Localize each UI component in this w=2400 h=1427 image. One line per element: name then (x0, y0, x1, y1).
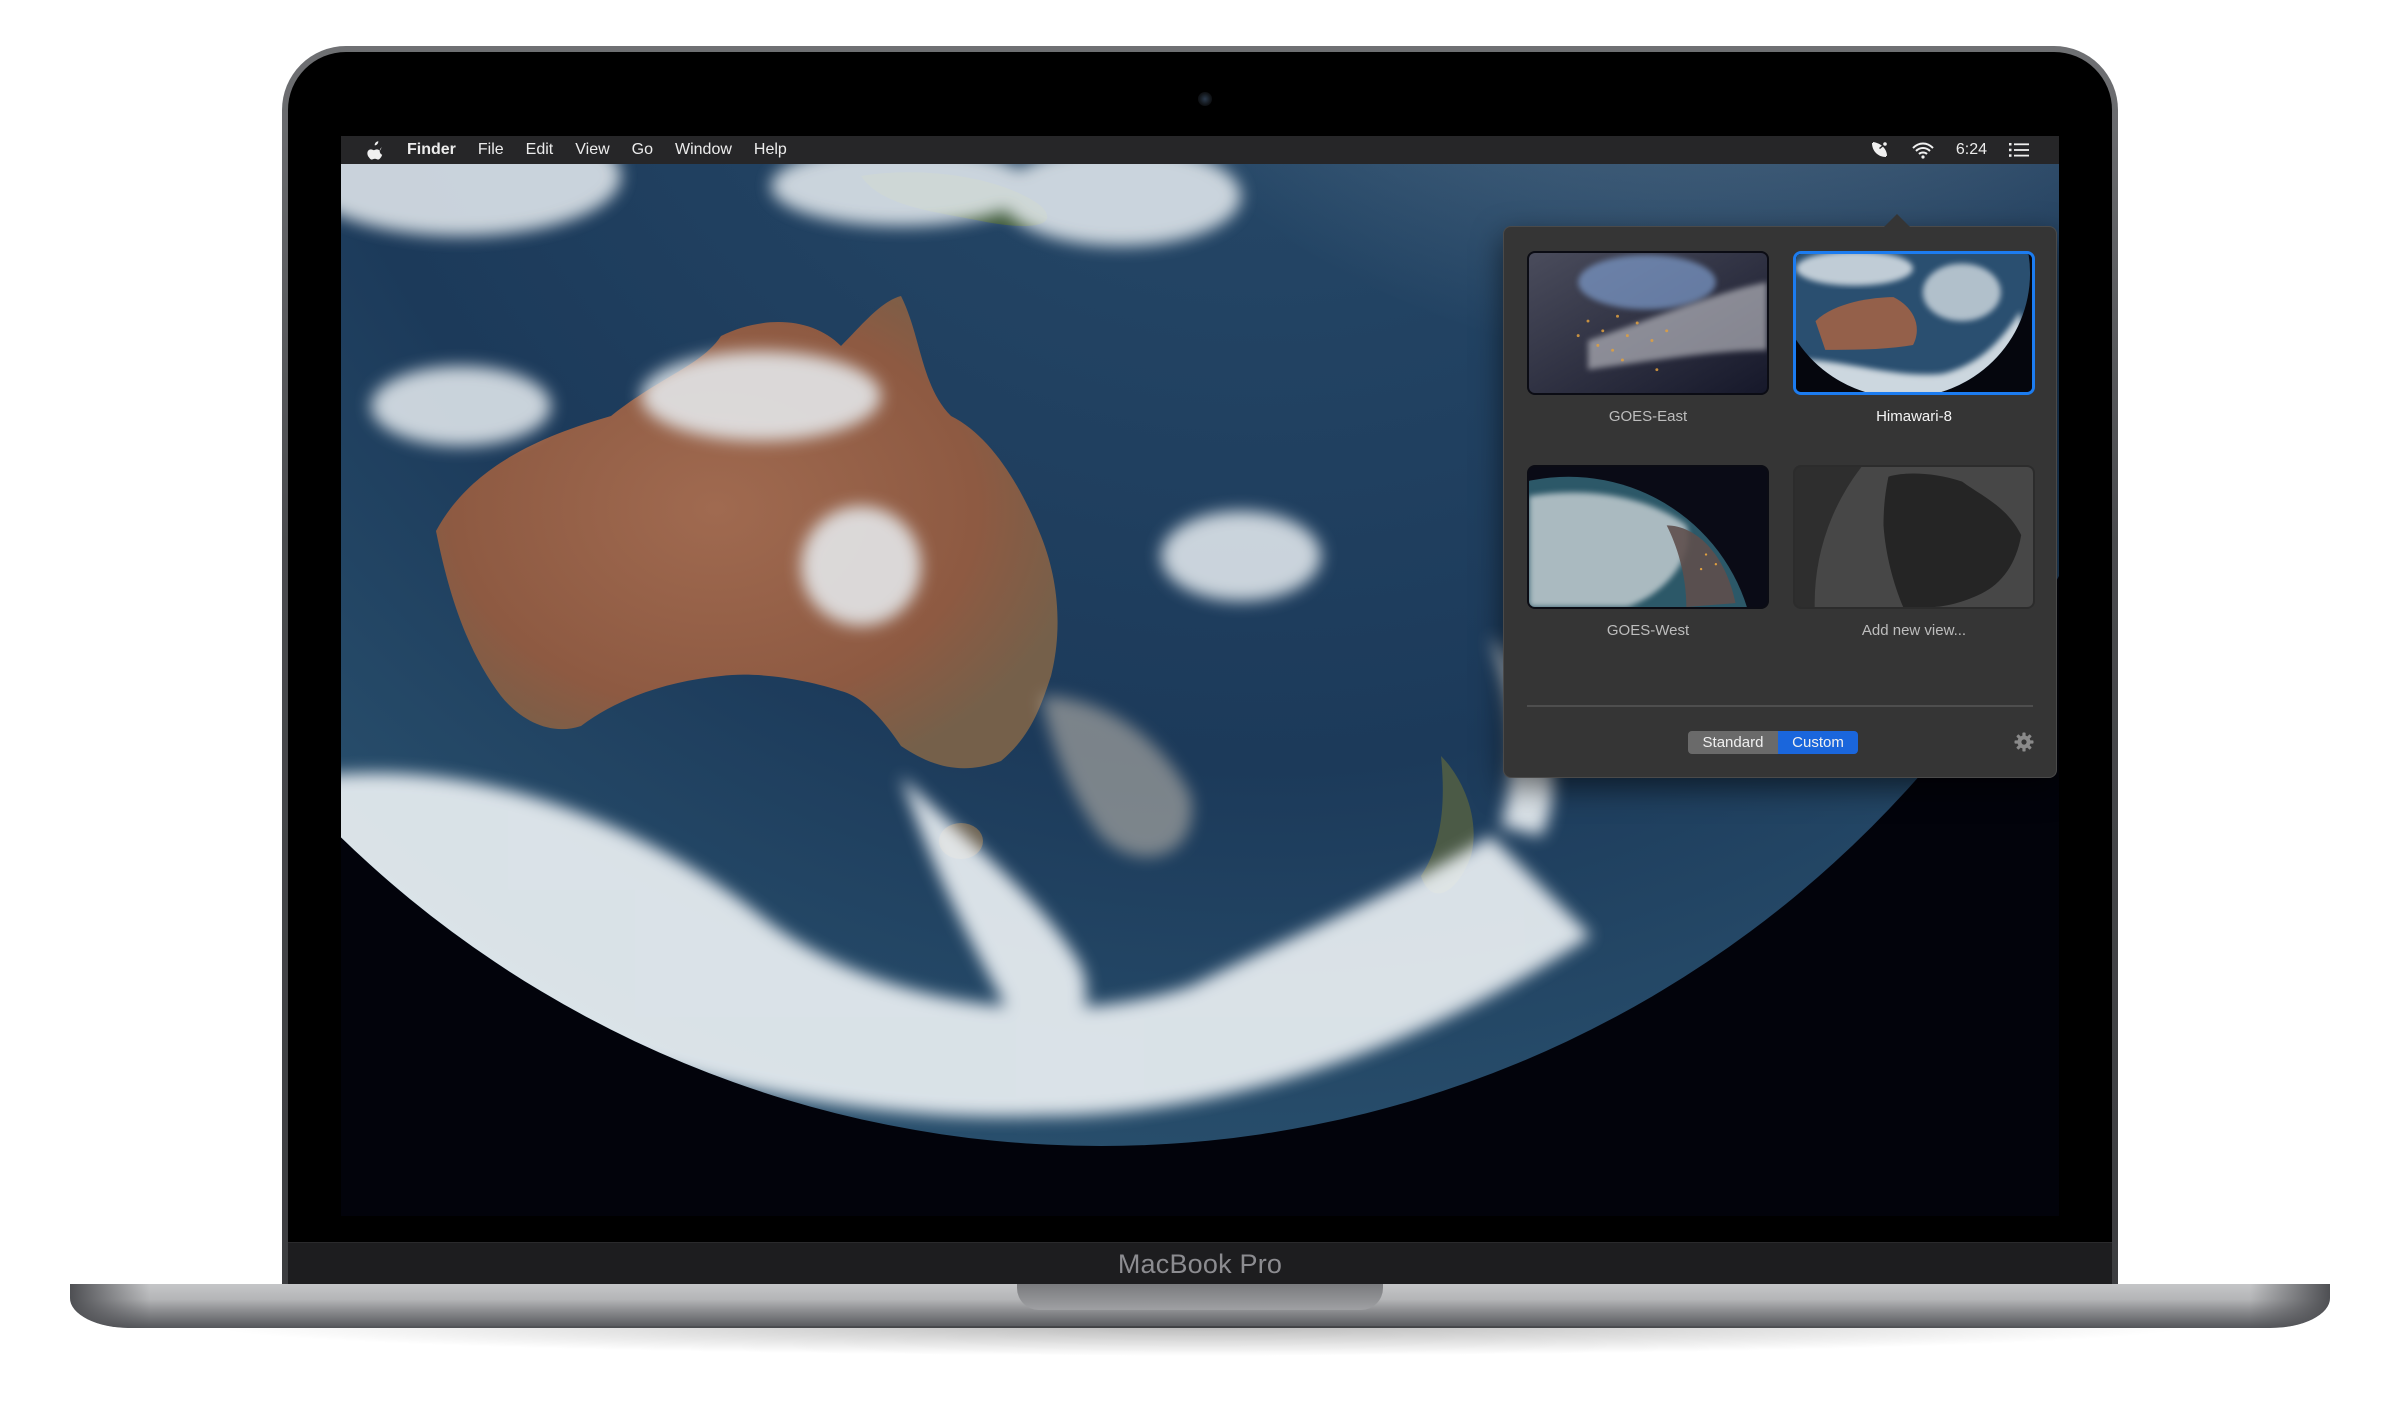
model-label: MacBook Pro (1117, 1249, 1283, 1279)
goes-west-thumbnail[interactable] (1527, 465, 1769, 609)
popover-arrow (1884, 214, 1910, 227)
segment-standard[interactable]: Standard (1688, 731, 1778, 754)
satellite-dish-icon[interactable] (1870, 141, 1890, 159)
view-label: GOES-West (1606, 622, 1690, 639)
desktop-screen: Finder File Edit View Go Window Help 6:2… (341, 136, 2059, 1216)
add-new-view-thumbnail[interactable] (1793, 465, 2035, 609)
menu-bar: Finder File Edit View Go Window Help 6:2… (341, 136, 2059, 164)
lid-opening-notch (1017, 1284, 1383, 1310)
himawari-8-thumbnail[interactable] (1793, 251, 2035, 395)
bezel-chin: MacBook Pro (288, 1242, 2112, 1286)
mode-segmented-control: Standard Custom (1688, 731, 1858, 754)
notification-center-icon[interactable] (2009, 143, 2029, 157)
menu-view[interactable]: View (575, 141, 609, 159)
laptop-base (70, 1284, 2330, 1328)
base-edge-left (70, 1284, 150, 1328)
menu-go[interactable]: Go (632, 141, 653, 159)
view-label: Himawari-8 (1876, 408, 1952, 425)
menu-window[interactable]: Window (675, 141, 732, 159)
goes-east-thumbnail[interactable] (1527, 251, 1769, 395)
view-card-himawari-8[interactable]: Himawari-8 (1793, 251, 2035, 425)
base-edge-right (2250, 1284, 2330, 1328)
camera-icon (1198, 92, 1212, 106)
menu-clock[interactable]: 6:24 (1956, 141, 1987, 159)
menu-help[interactable]: Help (754, 141, 787, 159)
menu-app-finder[interactable]: Finder (407, 141, 456, 159)
gear-icon[interactable] (2014, 732, 2034, 752)
segment-custom[interactable]: Custom (1778, 731, 1858, 754)
screen-bezel: Finder File Edit View Go Window Help 6:2… (288, 52, 2112, 1286)
view-label: GOES-East (1608, 408, 1688, 425)
view-label: Add new view... (1861, 622, 1967, 639)
apple-logo-icon[interactable] (367, 140, 383, 160)
add-new-view-card[interactable]: Add new view... (1793, 465, 2035, 639)
view-card-goes-east[interactable]: GOES-East (1527, 251, 1769, 425)
popover-divider (1527, 705, 2033, 707)
view-card-goes-west[interactable]: GOES-West (1527, 465, 1769, 639)
satellite-views-popover: GOES-East Himawari-8 GOES-West Add new v… (1503, 214, 2057, 778)
menu-edit[interactable]: Edit (526, 141, 554, 159)
views-grid: GOES-East Himawari-8 GOES-West Add new v… (1527, 251, 2035, 639)
wifi-icon[interactable] (1912, 142, 1934, 159)
menu-file[interactable]: File (478, 141, 504, 159)
laptop-shadow (200, 1326, 2200, 1356)
laptop-lid: Finder File Edit View Go Window Help 6:2… (282, 46, 2118, 1286)
